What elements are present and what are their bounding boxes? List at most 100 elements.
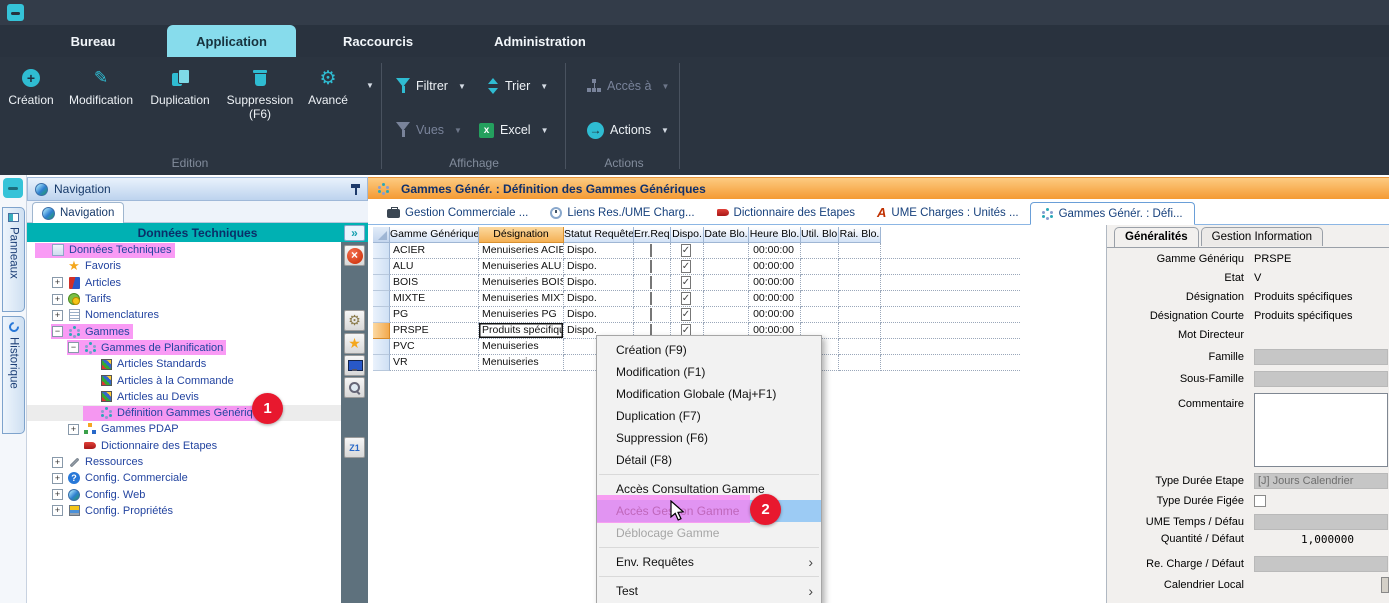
grid-cell-err[interactable] [634,291,671,307]
grid-cell-err[interactable] [634,307,671,323]
grid-corner-cell[interactable] [373,227,390,243]
grid-cell-designation[interactable]: Menuiseries PG [479,307,564,323]
tree-item[interactable]: +Gammes PDAP [27,421,341,437]
settings-tool-button[interactable]: ⚙ [344,310,365,331]
grid-cell-designation[interactable]: Produits spécifiques [479,323,564,339]
context-menu-item[interactable]: Détail (F8) [597,449,821,471]
grid-cell-code[interactable]: PVC [390,339,479,355]
grid-cell-util[interactable] [801,307,839,323]
grid-cell-designation[interactable]: Menuiseries BOIS [479,275,564,291]
context-menu-item[interactable]: Test› [597,580,821,602]
grid-column-header[interactable]: Statut Requête [564,227,634,243]
grid-cell-dispo[interactable]: ✓ [671,291,704,307]
expand-icon[interactable]: + [52,457,63,468]
tree-item[interactable]: +Config. Propriétés [27,503,341,519]
tree-item[interactable]: +?Config. Commerciale [27,470,341,486]
grid-cell-util[interactable] [801,291,839,307]
table-row[interactable]: BOISMenuiseries BOISDispo.✓00:00:00 [373,275,1020,291]
pin-icon[interactable] [351,183,360,196]
expand-icon[interactable]: + [52,310,63,321]
tree-item[interactable]: Données Techniques [27,242,341,258]
grid-cell-statut[interactable]: Dispo. [564,275,634,291]
collapse-panel-button[interactable]: » [344,225,365,241]
context-menu-item[interactable]: Suppression (F6) [597,427,821,449]
context-menu-item[interactable]: Création (F9) [597,339,821,361]
table-row[interactable]: MIXTEMenuiseries MIXTEDispo.✓00:00:00 [373,291,1020,307]
row-selector-cell[interactable] [373,275,390,291]
grid-cell-designation[interactable]: Menuiseries [479,339,564,355]
row-selector-cell[interactable] [373,259,390,275]
advanced-button[interactable]: ⚙ Avancé [300,65,356,107]
grid-cell-date[interactable] [704,259,749,275]
checked-checkbox-icon[interactable]: ✓ [681,308,691,321]
field-input[interactable] [1254,514,1388,530]
row-selector-cell[interactable] [373,307,390,323]
grid-column-header[interactable]: Désignation [479,227,564,243]
document-tab[interactable]: Liens Res./UME Charg... [539,201,705,224]
field-input[interactable]: [J] Jours Calendrier [1254,473,1388,489]
row-selector-cell[interactable] [373,323,390,339]
grid-cell-util[interactable] [801,259,839,275]
favorites-tool-button[interactable]: ★ [344,333,365,354]
grid-cell-code[interactable]: ALU [390,259,479,275]
unchecked-checkbox-icon[interactable] [650,260,652,273]
unchecked-checkbox-icon[interactable] [650,244,652,257]
desktop-tool-button[interactable] [344,355,365,376]
grid-cell-rai[interactable] [839,355,881,371]
grid-cell-date[interactable] [704,243,749,259]
checked-checkbox-icon[interactable]: ✓ [681,260,691,273]
grid-cell-code[interactable]: PRSPE [390,323,479,339]
grid-column-header[interactable]: Gamme Générique [390,227,479,243]
row-selector-cell[interactable] [373,355,390,371]
table-row[interactable]: ALUMenuiseries ALUDispo.✓00:00:00 [373,259,1020,275]
search-tool-button[interactable] [344,377,365,398]
tree-item[interactable]: Articles Standards [27,356,341,372]
menu-tab-bureau[interactable]: Bureau [48,25,138,57]
field-input[interactable] [1254,556,1388,572]
table-row[interactable]: ACIERMenuiseries ACIERDispo.✓00:00:00 [373,243,1020,259]
grid-column-header[interactable]: Dispo. [671,227,704,243]
access-to-button[interactable]: Accès à ▼ [587,74,669,98]
grid-column-header[interactable]: Heure Blo. [749,227,801,243]
document-tab[interactable]: AUME Charges : Unités ... [866,201,1030,224]
grid-column-header[interactable]: Date Blo. [704,227,749,243]
unchecked-checkbox-icon[interactable] [650,276,652,289]
grid-cell-rai[interactable] [839,323,881,339]
views-button[interactable]: Vues ▼ [396,118,462,142]
grid-cell-heure[interactable]: 00:00:00 [749,259,801,275]
grid-cell-statut[interactable]: Dispo. [564,307,634,323]
grid-column-header[interactable]: Err.Req. [634,227,671,243]
grid-cell-heure[interactable]: 00:00:00 [749,291,801,307]
excel-button[interactable]: x Excel ▼ [479,118,549,142]
grid-cell-err[interactable] [634,259,671,275]
excel-dropdown-caret[interactable]: ▼ [541,126,549,135]
grid-cell-statut[interactable]: Dispo. [564,259,634,275]
modify-button[interactable]: ✎ Modification [61,65,141,107]
grid-cell-util[interactable] [801,275,839,291]
row-selector-cell[interactable] [373,291,390,307]
tree-item[interactable]: +Articles [27,275,341,291]
table-row[interactable]: PGMenuiseries PGDispo.✓00:00:00 [373,307,1020,323]
grid-cell-dispo[interactable]: ✓ [671,243,704,259]
grid-cell-date[interactable] [704,307,749,323]
grid-cell-dispo[interactable]: ✓ [671,259,704,275]
grid-cell-code[interactable]: BOIS [390,275,479,291]
checked-checkbox-icon[interactable]: ✓ [681,244,691,257]
tree-item[interactable]: Articles à la Commande [27,372,341,388]
row-selector-cell[interactable] [373,243,390,259]
unchecked-checkbox-icon[interactable] [650,308,652,321]
grid-cell-rai[interactable] [839,259,881,275]
grid-cell-rai[interactable] [839,275,881,291]
context-menu-item[interactable]: Accès Consultation Gamme [597,478,821,500]
context-menu-item[interactable]: Modification (F1) [597,361,821,383]
context-menu-item[interactable]: Accès Gestion Gamme [597,500,821,522]
menu-tab-application[interactable]: Application [167,25,296,57]
grid-column-header[interactable]: Rai. Blo. [839,227,881,243]
grid-cell-heure[interactable]: 00:00:00 [749,275,801,291]
app-logo-icon[interactable] [7,4,24,21]
grid-cell-rai[interactable] [839,291,881,307]
grid-cell-err[interactable] [634,243,671,259]
expand-icon[interactable]: + [52,489,63,500]
grid-cell-code[interactable]: ACIER [390,243,479,259]
grid-cell-rai[interactable] [839,243,881,259]
